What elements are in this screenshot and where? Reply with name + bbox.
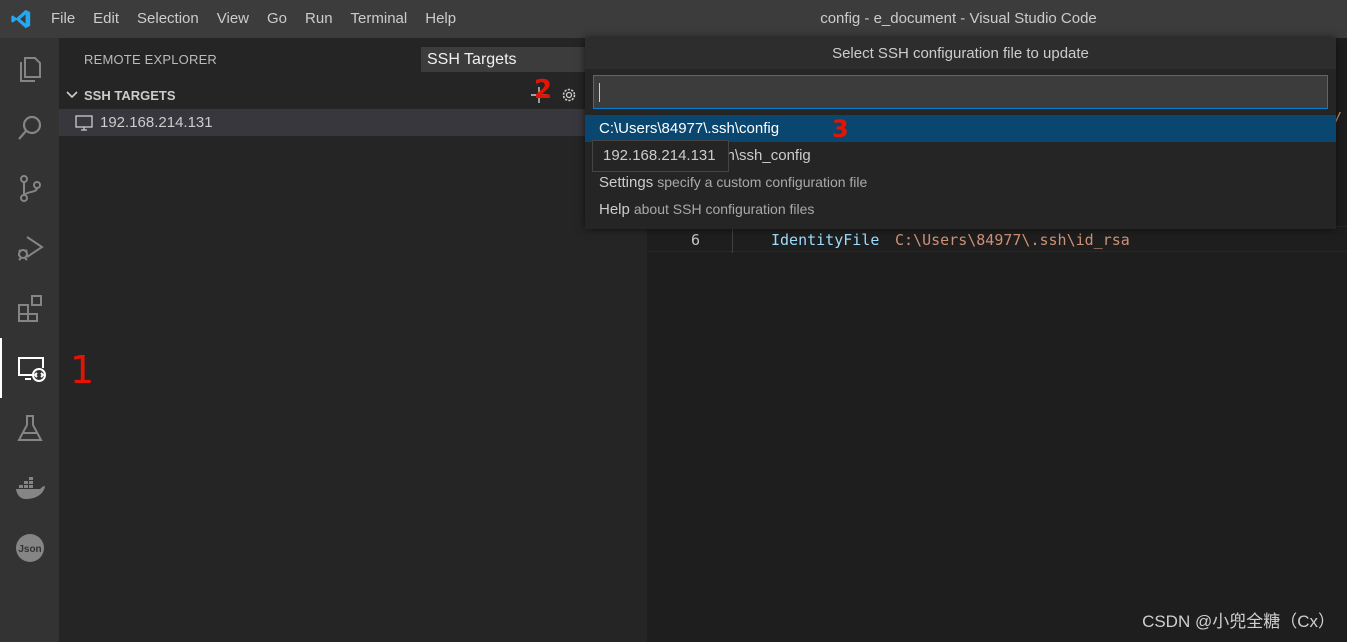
quick-pick-item-description: specify a custom configuration file [657,174,868,190]
quick-pick-input[interactable] [593,75,1328,109]
remote-explorer-sidebar: REMOTE EXPLORER SSH Targets SSH TARGETS … [59,38,647,642]
quick-pick-item-description: about SSH configuration files [633,201,815,217]
menu-selection[interactable]: Selection [128,0,208,38]
menu-go[interactable]: Go [258,0,296,38]
search-icon[interactable] [0,98,59,158]
hover-tooltip: 192.168.214.131 [592,140,729,172]
ssh-target-label: 192.168.214.131 [100,114,213,131]
source-control-icon[interactable] [0,158,59,218]
quick-pick-item-label: Settings [599,174,654,191]
text-caret [599,83,600,102]
annotation-two: 2 [534,75,553,105]
title-bar: File Edit Selection View Go Run Terminal… [0,0,1347,38]
annotation-one: 1 [70,348,95,392]
quick-pick-item-label: C:\Users\84977\.ssh\config [599,120,780,137]
activity-bar: Json [0,38,59,642]
menu-run[interactable]: Run [296,0,342,38]
chevron-down-icon[interactable] [60,84,84,106]
menu-file[interactable]: File [42,0,84,38]
quick-pick-item-settings[interactable]: Settings specify a custom configuration f… [585,169,1336,196]
quick-pick-item-help[interactable]: Help about SSH configuration files [585,196,1336,223]
ssh-targets-section-header[interactable]: SSH TARGETS [59,84,647,106]
watermark: CSDN @小兜全糖（Cx） [1142,612,1335,631]
section-label: SSH TARGETS [84,87,176,103]
annotation-three: 3 [832,115,849,143]
testing-icon[interactable] [0,398,59,458]
indent-guide [732,227,733,253]
menu-terminal[interactable]: Terminal [342,0,417,38]
menu-view[interactable]: View [208,0,258,38]
menu-bar: File Edit Selection View Go Run Terminal… [42,0,465,38]
explorer-icon[interactable] [0,38,59,98]
code-keyword: IdentityFile [771,231,880,249]
quick-pick-panel: Select SSH configuration file to update … [585,38,1336,229]
quick-pick-item-label: Help [599,201,630,218]
docker-icon[interactable] [0,458,59,518]
svg-text:Json: Json [18,544,41,555]
vscode-logo-icon [0,0,42,38]
sidebar-title: REMOTE EXPLORER [84,52,218,67]
json-icon[interactable]: Json [0,518,59,578]
quick-pick-item-user-config[interactable]: C:\Users\84977\.ssh\config [585,115,1336,142]
remote-view-select[interactable]: SSH Targets [421,47,591,72]
menu-edit[interactable]: Edit [84,0,128,38]
monitor-icon [74,114,94,132]
extensions-icon[interactable] [0,278,59,338]
gear-icon[interactable] [559,84,579,106]
ssh-target-item[interactable]: 192.168.214.131 [59,109,647,136]
remote-explorer-icon[interactable] [0,338,59,398]
menu-help[interactable]: Help [416,0,465,38]
line-number: 6 [690,231,700,249]
code-line: 6 IdentityFile C:\Users\84977\.ssh\id_rs… [647,226,1347,253]
run-debug-icon[interactable] [0,218,59,278]
quick-pick-title: Select SSH configuration file to update [585,38,1336,69]
code-value: C:\Users\84977\.ssh\id_rsa [895,231,1130,249]
